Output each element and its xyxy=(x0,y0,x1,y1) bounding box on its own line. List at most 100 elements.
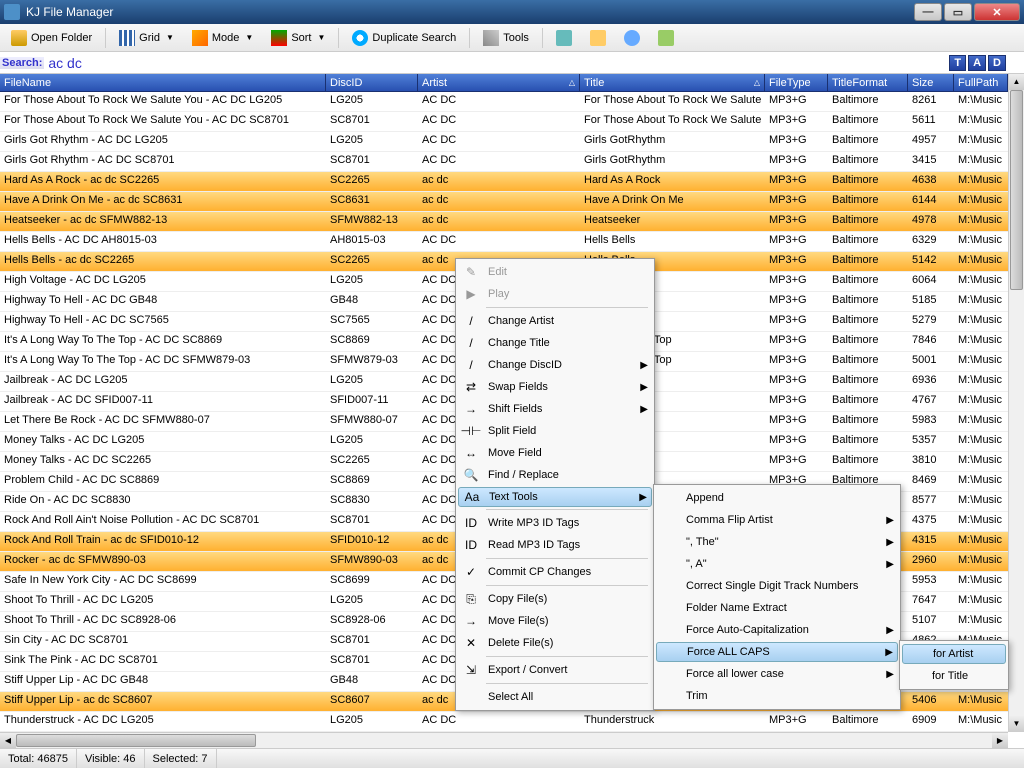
duplicate-search-button[interactable]: Duplicate Search xyxy=(345,27,463,49)
menu-item[interactable]: ⊣⊢Split Field xyxy=(458,420,652,442)
mode-button[interactable]: Mode▼ xyxy=(185,27,260,49)
menu-item[interactable]: Folder Name Extract xyxy=(656,597,898,619)
context-menu[interactable]: ✎Edit▶Play/Change Artist/Change Title/Ch… xyxy=(455,258,655,711)
menu-item[interactable]: ", The"▶ xyxy=(656,531,898,553)
scroll-right-icon[interactable]: ▶ xyxy=(992,733,1008,748)
cell: 5279 xyxy=(908,312,954,331)
menu-item[interactable]: Correct Single Digit Track Numbers xyxy=(656,575,898,597)
cell: It's A Long Way To The Top - AC DC SFMW8… xyxy=(0,352,326,371)
col-filetype[interactable]: FileType xyxy=(765,74,828,91)
menu-item[interactable]: Force Auto-Capitalization▶ xyxy=(656,619,898,641)
scroll-up-icon[interactable]: ▲ xyxy=(1009,74,1024,90)
scroll-down-icon[interactable]: ▼ xyxy=(1009,716,1024,732)
table-row[interactable]: Hells Bells - AC DC AH8015-03AH8015-03AC… xyxy=(0,232,1024,252)
close-button[interactable]: ✕ xyxy=(974,3,1020,21)
cell: Rock And Roll Train - ac dc SFID010-12 xyxy=(0,532,326,551)
maximize-button[interactable]: ▭ xyxy=(944,3,972,21)
cell: SFID007-11 xyxy=(326,392,418,411)
table-row[interactable]: For Those About To Rock We Salute You - … xyxy=(0,92,1024,112)
force-caps-submenu[interactable]: for Artistfor Title xyxy=(899,640,1009,690)
menu-item[interactable]: ↔Move Field xyxy=(458,442,652,464)
menu-item[interactable]: for Artist xyxy=(902,644,1006,664)
menu-item[interactable]: →Move File(s) xyxy=(458,610,652,632)
menu-item[interactable]: IDWrite MP3 ID Tags xyxy=(458,512,652,534)
grid-button[interactable]: Grid▼ xyxy=(112,27,181,49)
menu-item[interactable]: ▶Play xyxy=(458,283,652,305)
sort-button[interactable]: Sort▼ xyxy=(264,27,332,49)
cell: Rocker - ac dc SFMW890-03 xyxy=(0,552,326,571)
open-folder-button[interactable]: Open Folder xyxy=(4,27,99,49)
menu-item-icon: ▶ xyxy=(462,285,480,303)
menu-item[interactable]: ", A"▶ xyxy=(656,553,898,575)
menu-item-label: ", A" xyxy=(686,558,878,570)
cell: MP3+G xyxy=(765,152,828,171)
cell: M:\Music xyxy=(954,592,1008,611)
menu-item[interactable]: Force ALL CAPS▶ xyxy=(656,642,898,662)
toolbar-icon-2[interactable] xyxy=(583,27,613,49)
table-row[interactable]: Hard As A Rock - ac dc SC2265SC2265ac dc… xyxy=(0,172,1024,192)
table-row[interactable]: Have A Drink On Me - ac dc SC8631SC8631a… xyxy=(0,192,1024,212)
menu-item-label: Move File(s) xyxy=(488,615,632,627)
table-row[interactable]: Girls Got Rhythm - AC DC LG205LG205AC DC… xyxy=(0,132,1024,152)
text-tools-submenu[interactable]: AppendComma Flip Artist▶", The"▶", A"▶Co… xyxy=(653,484,901,710)
table-row[interactable]: Heatseeker - ac dc SFMW882-13SFMW882-13a… xyxy=(0,212,1024,232)
menu-item[interactable]: IDRead MP3 ID Tags xyxy=(458,534,652,556)
menu-item[interactable]: /Change Title xyxy=(458,332,652,354)
col-filename[interactable]: FileName xyxy=(0,74,326,91)
toolbar-icon-3[interactable] xyxy=(617,27,647,49)
menu-item[interactable]: /Change DiscID▶ xyxy=(458,354,652,376)
menu-item[interactable]: AaText Tools▶ xyxy=(458,487,652,507)
menu-item[interactable]: 🔍Find / Replace xyxy=(458,464,652,486)
cell: MP3+G xyxy=(765,432,828,451)
menu-item[interactable]: ⇄Swap Fields▶ xyxy=(458,376,652,398)
menu-item[interactable]: ✎Edit xyxy=(458,261,652,283)
col-titleformat[interactable]: TitleFormat xyxy=(828,74,908,91)
cell: Thunderstruck - AC DC LG205 xyxy=(0,712,326,731)
horizontal-scrollbar[interactable]: ◀ ▶ xyxy=(0,732,1008,748)
menu-item[interactable]: ⎘Copy File(s) xyxy=(458,588,652,610)
vertical-scrollbar[interactable]: ▲ ▼ xyxy=(1008,74,1024,732)
scroll-thumb[interactable] xyxy=(1010,90,1023,290)
menu-item[interactable]: Force all lower case▶ xyxy=(656,663,898,685)
minimize-button[interactable]: — xyxy=(914,3,942,21)
cell: 5983 xyxy=(908,412,954,431)
tad-a[interactable]: A xyxy=(968,55,986,71)
tools-button[interactable]: Tools xyxy=(476,27,536,49)
col-size[interactable]: Size xyxy=(908,74,954,91)
menu-item[interactable]: Comma Flip Artist▶ xyxy=(656,509,898,531)
menu-item-label: Comma Flip Artist xyxy=(686,514,878,526)
col-discid[interactable]: DiscID xyxy=(326,74,418,91)
menu-item-label: Correct Single Digit Track Numbers xyxy=(686,580,878,592)
menu-item[interactable]: →Shift Fields▶ xyxy=(458,398,652,420)
search-input[interactable] xyxy=(44,55,949,71)
cell: 4957 xyxy=(908,132,954,151)
col-fullpath[interactable]: FullPath xyxy=(954,74,1008,91)
window-icon xyxy=(556,30,572,46)
table-row[interactable]: For Those About To Rock We Salute You - … xyxy=(0,112,1024,132)
menu-item[interactable]: ✓Commit CP Changes xyxy=(458,561,652,583)
cell: Baltimore xyxy=(828,192,908,211)
menu-item[interactable]: ✕Delete File(s) xyxy=(458,632,652,654)
tad-d[interactable]: D xyxy=(988,55,1006,71)
cell: Stiff Upper Lip - ac dc SC8607 xyxy=(0,692,326,711)
col-title[interactable]: Title△ xyxy=(580,74,765,91)
menu-item[interactable]: for Title xyxy=(902,665,1006,687)
table-row[interactable]: Thunderstruck - AC DC LG205LG205AC DCThu… xyxy=(0,712,1024,732)
menu-item[interactable]: Trim xyxy=(656,685,898,707)
cell: 7846 xyxy=(908,332,954,351)
col-artist[interactable]: Artist△ xyxy=(418,74,580,91)
menu-item[interactable]: ⇲Export / Convert xyxy=(458,659,652,681)
tad-t[interactable]: T xyxy=(949,55,966,71)
table-row[interactable]: Girls Got Rhythm - AC DC SC8701SC8701AC … xyxy=(0,152,1024,172)
scroll-left-icon[interactable]: ◀ xyxy=(0,733,16,748)
toolbar-icon-1[interactable] xyxy=(549,27,579,49)
cell: SC8701 xyxy=(326,152,418,171)
submenu-arrow-icon: ▶ xyxy=(886,537,894,548)
cell: Have A Drink On Me xyxy=(580,192,765,211)
scroll-thumb-h[interactable] xyxy=(16,734,256,747)
menu-item[interactable]: Append xyxy=(656,487,898,509)
toolbar-icon-4[interactable] xyxy=(651,27,681,49)
menu-item-label: Change DiscID xyxy=(488,359,632,371)
menu-item[interactable]: /Change Artist xyxy=(458,310,652,332)
menu-item[interactable]: Select All xyxy=(458,686,652,708)
